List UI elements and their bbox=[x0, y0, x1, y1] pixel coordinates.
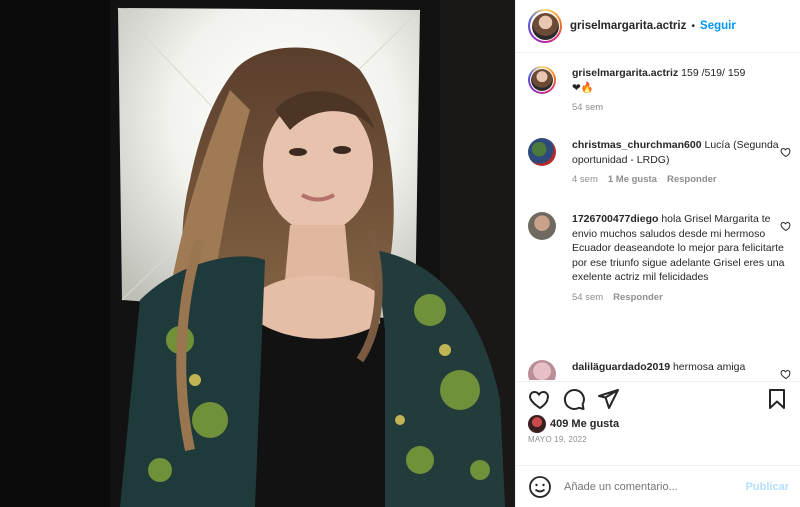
post-header: griselmargarita.actriz • Seguir bbox=[516, 0, 800, 53]
likes-count[interactable]: 409 Me gusta bbox=[550, 418, 619, 430]
comment-item: christmas_churchman600 Lucía (Segunda op… bbox=[528, 138, 791, 188]
heart-icon[interactable] bbox=[528, 387, 552, 411]
reply-button[interactable]: Responder bbox=[613, 291, 663, 306]
like-comment-heart-icon[interactable] bbox=[780, 146, 792, 158]
bookmark-icon[interactable] bbox=[765, 387, 789, 411]
profile-avatar[interactable] bbox=[528, 9, 562, 43]
caption-item: griselmargarita.actriz 159 /519/ 159 ❤🔥 … bbox=[528, 66, 786, 116]
caption-username[interactable]: griselmargarita.actriz bbox=[572, 67, 678, 79]
comment-input[interactable] bbox=[564, 480, 746, 493]
comment-text: hermosa amiga bbox=[672, 361, 746, 373]
caption-time[interactable]: 54 sem bbox=[572, 101, 603, 116]
comment-time[interactable]: 4 sem bbox=[572, 173, 598, 188]
comment-item: 1726700477diego hola Grisel Margarita te… bbox=[528, 212, 791, 306]
publish-button[interactable]: Publicar bbox=[746, 481, 789, 493]
post-author-username[interactable]: griselmargarita.actriz bbox=[570, 20, 686, 32]
paper-plane-icon[interactable] bbox=[596, 387, 620, 411]
woman-portrait-image bbox=[0, 0, 515, 507]
follow-button[interactable]: Seguir bbox=[700, 20, 736, 32]
caption-emoji: ❤🔥 bbox=[572, 81, 594, 94]
add-comment-bar: Publicar bbox=[516, 465, 800, 507]
post-photo[interactable] bbox=[0, 0, 515, 507]
caption-avatar[interactable] bbox=[528, 66, 556, 94]
caption-text: 159 /519/ 159 bbox=[681, 67, 746, 79]
commenter-avatar[interactable] bbox=[528, 138, 556, 166]
smiley-icon[interactable] bbox=[528, 475, 552, 499]
commenter-username[interactable]: christmas_churchman600 bbox=[572, 139, 702, 151]
commenter-username[interactable]: daliläguardado2019 bbox=[572, 361, 670, 373]
likes-summary[interactable]: 409 Me gusta bbox=[528, 415, 619, 433]
post-actions-bar bbox=[516, 381, 800, 415]
liker-avatar bbox=[528, 415, 546, 433]
comments-list[interactable]: griselmargarita.actriz 159 /519/ 159 ❤🔥 … bbox=[516, 54, 800, 380]
separator-dot: • bbox=[691, 20, 696, 32]
comment-time[interactable]: 54 sem bbox=[572, 291, 603, 306]
comment-likes[interactable]: 1 Me gusta bbox=[608, 173, 657, 188]
commenter-username[interactable]: 1726700477diego bbox=[572, 213, 658, 225]
post-side-panel: griselmargarita.actriz • Seguir griselma… bbox=[515, 0, 800, 507]
commenter-avatar[interactable] bbox=[528, 212, 556, 240]
commenter-avatar[interactable] bbox=[528, 360, 556, 380]
post-date[interactable]: MAYO 19, 2022 bbox=[528, 435, 587, 444]
comment-item: daliläguardado2019 hermosa amiga bbox=[528, 360, 791, 380]
like-comment-heart-icon[interactable] bbox=[780, 220, 792, 232]
comment-icon[interactable] bbox=[562, 387, 586, 411]
reply-button[interactable]: Responder bbox=[667, 173, 717, 188]
like-comment-heart-icon[interactable] bbox=[780, 368, 792, 380]
